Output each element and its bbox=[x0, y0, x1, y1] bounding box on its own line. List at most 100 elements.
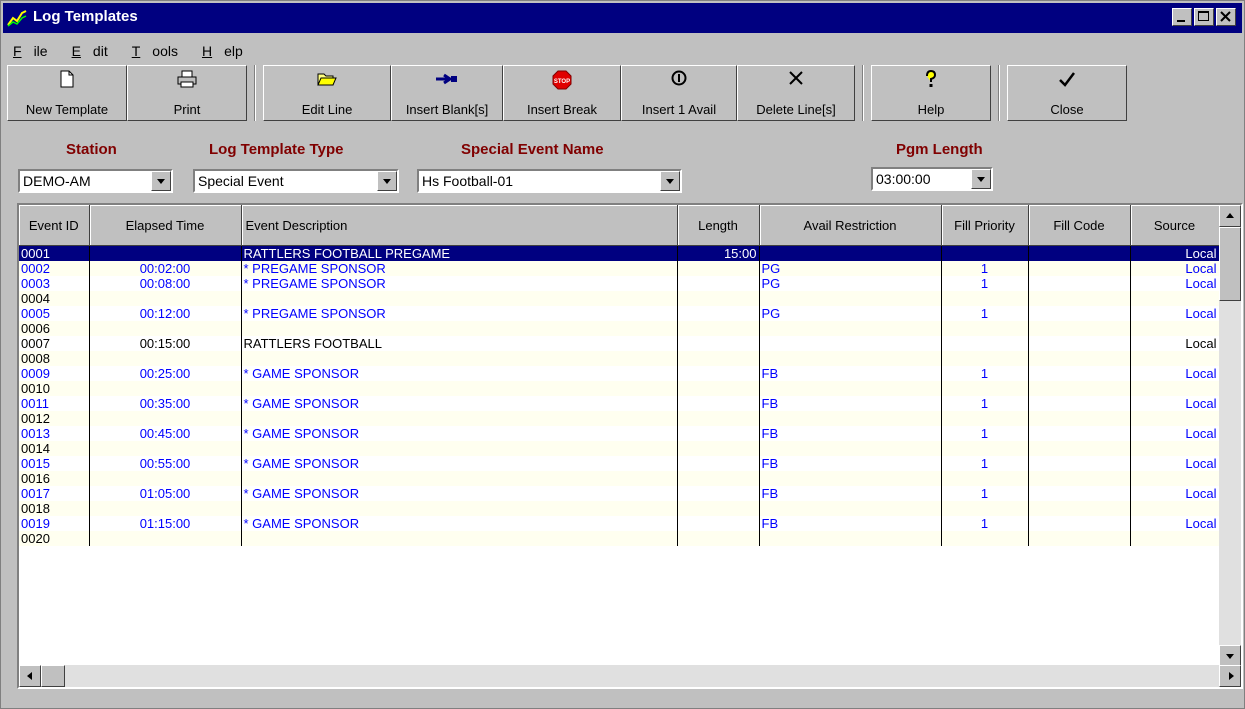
table-row[interactable]: 0003 00:08:00 * PREGAME SPONSOR PG 1 Local bbox=[19, 276, 1220, 291]
edit-line-button[interactable]: Edit Line bbox=[263, 65, 391, 121]
scroll-left-button[interactable] bbox=[19, 665, 41, 687]
arrow-insert-icon bbox=[436, 73, 457, 85]
close-window-button[interactable] bbox=[1216, 8, 1236, 26]
dropdown-button[interactable] bbox=[660, 171, 680, 191]
table-row[interactable]: 0013 00:45:00 * GAME SPONSOR FB 1 Local bbox=[19, 426, 1220, 441]
cell-event-description bbox=[241, 501, 678, 516]
table-row[interactable]: 0005 00:12:00 * PREGAME SPONSOR PG 1 Local bbox=[19, 306, 1220, 321]
title-bar[interactable]: Log Templates bbox=[3, 3, 1242, 33]
dropdown-button[interactable] bbox=[377, 171, 397, 191]
table-row[interactable]: 0008 bbox=[19, 351, 1220, 366]
table-row[interactable]: 0016 bbox=[19, 471, 1220, 486]
print-button[interactable]: Print bbox=[127, 65, 247, 121]
arrow-up-icon bbox=[1226, 213, 1234, 218]
menu-edit[interactable]: Edit bbox=[60, 37, 120, 59]
cell-event-description: * PREGAME SPONSOR bbox=[241, 276, 678, 291]
insert-break-button[interactable]: STOP Insert Break bbox=[503, 65, 621, 121]
cell-source bbox=[1130, 321, 1220, 336]
scroll-right-button[interactable] bbox=[1219, 665, 1241, 687]
cell-length bbox=[677, 351, 760, 366]
dropdown-button[interactable] bbox=[151, 171, 171, 191]
cell-length bbox=[677, 531, 760, 546]
cell-length bbox=[677, 486, 760, 501]
cell-event-id: 0010 bbox=[19, 381, 90, 396]
col-header-event-description[interactable]: Event Description bbox=[241, 205, 678, 246]
cell-event-id: 0015 bbox=[19, 456, 90, 471]
special-event-select[interactable]: Hs Football-01 bbox=[417, 169, 682, 193]
stop-sign-icon: STOP bbox=[552, 70, 572, 90]
table-row[interactable]: 0017 01:05:00 * GAME SPONSOR FB 1 Local bbox=[19, 486, 1220, 501]
cell-fill-priority bbox=[941, 245, 1029, 261]
delete-lines-button[interactable]: Delete Line[s] bbox=[737, 65, 855, 121]
table-row[interactable]: 0006 bbox=[19, 321, 1220, 336]
cell-fill-code bbox=[1028, 531, 1131, 546]
pgm-length-select[interactable]: 03:00:00 bbox=[871, 167, 993, 191]
cell-elapsed-time: 01:15:00 bbox=[89, 516, 242, 531]
col-header-elapsed-time[interactable]: Elapsed Time bbox=[89, 205, 242, 246]
help-button[interactable]: Help bbox=[871, 65, 991, 121]
col-header-fill-priority[interactable]: Fill Priority bbox=[941, 205, 1029, 246]
col-header-fill-code[interactable]: Fill Code bbox=[1028, 205, 1131, 246]
table-row[interactable]: 0015 00:55:00 * GAME SPONSOR FB 1 Local bbox=[19, 456, 1220, 471]
grid-table: Event ID Elapsed Time Event Description … bbox=[19, 205, 1220, 546]
table-row[interactable]: 0007 00:15:00 RATTLERS FOOTBALL Local bbox=[19, 336, 1220, 351]
cell-elapsed-time bbox=[89, 245, 242, 261]
close-button[interactable]: Close bbox=[1007, 65, 1127, 121]
table-row[interactable]: 0018 bbox=[19, 501, 1220, 516]
table-row[interactable]: 0011 00:35:00 * GAME SPONSOR FB 1 Local bbox=[19, 396, 1220, 411]
cell-fill-code bbox=[1028, 306, 1131, 321]
checkmark-icon bbox=[1059, 72, 1075, 87]
horizontal-scrollbar[interactable] bbox=[19, 665, 1241, 687]
table-row[interactable]: 0009 00:25:00 * GAME SPONSOR FB 1 Local bbox=[19, 366, 1220, 381]
insert-blank-button[interactable]: Insert Blank[s] bbox=[391, 65, 503, 121]
cell-fill-priority bbox=[941, 291, 1029, 306]
menu-file[interactable]: File bbox=[3, 37, 60, 59]
cell-fill-code bbox=[1028, 516, 1131, 531]
cell-fill-code bbox=[1028, 351, 1131, 366]
table-row[interactable]: 0002 00:02:00 * PREGAME SPONSOR PG 1 Local bbox=[19, 261, 1220, 276]
cell-elapsed-time bbox=[89, 411, 242, 426]
cell-event-description: * GAME SPONSOR bbox=[241, 516, 678, 531]
new-template-button[interactable]: New Template bbox=[7, 65, 127, 121]
table-row[interactable]: 0014 bbox=[19, 441, 1220, 456]
station-select[interactable]: DEMO-AM bbox=[18, 169, 173, 193]
cell-event-id: 0011 bbox=[19, 396, 90, 411]
cell-event-id: 0001 bbox=[19, 245, 90, 261]
table-row[interactable]: 0019 01:15:00 * GAME SPONSOR FB 1 Local bbox=[19, 516, 1220, 531]
menu-help[interactable]: Help bbox=[190, 37, 255, 59]
col-header-length[interactable]: Length bbox=[677, 205, 760, 246]
table-row[interactable]: 0004 bbox=[19, 291, 1220, 306]
table-row[interactable]: 0012 bbox=[19, 411, 1220, 426]
table-row[interactable]: 0001 RATTLERS FOOTBALL PREGAME 15:00 Local bbox=[19, 245, 1220, 261]
cell-elapsed-time: 00:12:00 bbox=[89, 306, 242, 321]
cell-event-id: 0003 bbox=[19, 276, 90, 291]
vertical-scroll-thumb[interactable] bbox=[1219, 227, 1241, 301]
col-header-avail-restriction[interactable]: Avail Restriction bbox=[759, 205, 942, 246]
col-header-source[interactable]: Source bbox=[1130, 205, 1220, 246]
maximize-button[interactable] bbox=[1194, 8, 1214, 26]
cell-fill-code bbox=[1028, 321, 1131, 336]
table-row[interactable]: 0020 bbox=[19, 531, 1220, 546]
chevron-down-icon bbox=[157, 179, 165, 184]
cell-length: 15:00 bbox=[677, 245, 760, 261]
minimize-button[interactable] bbox=[1172, 8, 1192, 26]
cell-elapsed-time: 00:15:00 bbox=[89, 336, 242, 351]
cell-fill-priority bbox=[941, 471, 1029, 486]
cell-event-id: 0002 bbox=[19, 261, 90, 276]
cell-avail-restriction: FB bbox=[759, 486, 942, 501]
scroll-up-button[interactable] bbox=[1219, 205, 1241, 227]
cell-elapsed-time: 00:55:00 bbox=[89, 456, 242, 471]
log-templates-window: Log Templates File Edit Tools Help New Temp… bbox=[0, 0, 1245, 709]
template-type-select[interactable]: Special Event bbox=[193, 169, 399, 193]
scroll-down-button[interactable] bbox=[1219, 645, 1241, 667]
cell-length bbox=[677, 366, 760, 381]
cell-elapsed-time: 00:08:00 bbox=[89, 276, 242, 291]
dropdown-button[interactable] bbox=[971, 169, 991, 189]
menu-tools[interactable]: Tools bbox=[120, 37, 190, 59]
log-template-grid[interactable]: Event ID Elapsed Time Event Description … bbox=[17, 203, 1243, 689]
horizontal-scroll-thumb[interactable] bbox=[41, 665, 65, 687]
col-header-event-id[interactable]: Event ID bbox=[19, 205, 90, 246]
insert-avail-button[interactable]: Insert 1 Avail bbox=[621, 65, 737, 121]
vertical-scrollbar[interactable] bbox=[1219, 205, 1241, 667]
table-row[interactable]: 0010 bbox=[19, 381, 1220, 396]
